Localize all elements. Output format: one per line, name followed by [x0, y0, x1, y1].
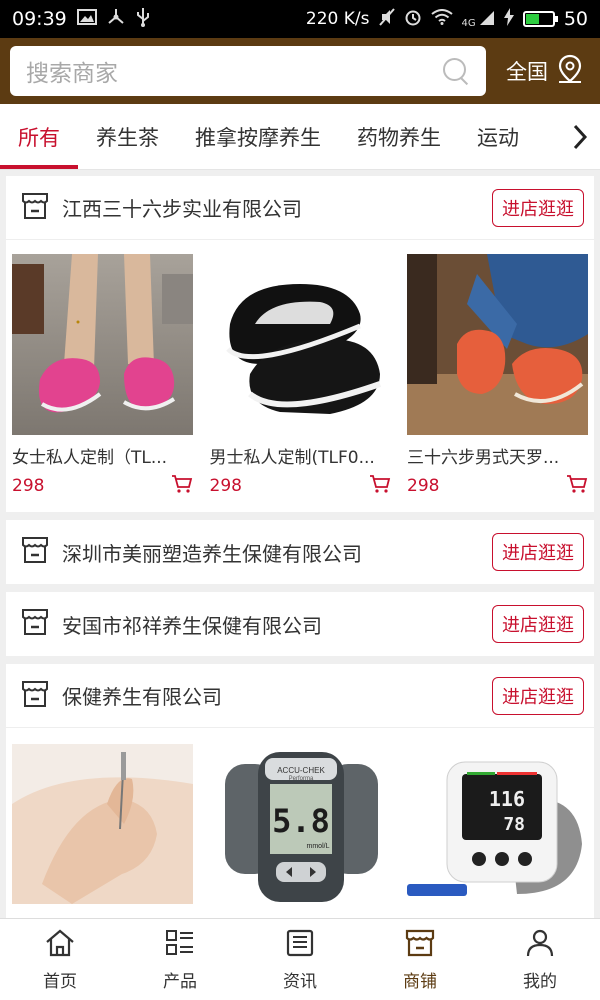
- tab-all[interactable]: 所有: [0, 104, 78, 169]
- news-icon: [284, 928, 316, 963]
- nav-shops[interactable]: 商铺: [360, 919, 480, 1000]
- shop-header: 安国市祁祥养生保健有限公司 进店逛逛: [6, 592, 594, 656]
- product-card[interactable]: [12, 744, 193, 904]
- mute-icon: [378, 7, 395, 31]
- shop-icon: [20, 191, 50, 225]
- shop-header: 江西三十六步实业有限公司 进店逛逛: [6, 176, 594, 240]
- tab-label: 运动: [477, 125, 519, 150]
- status-bar: 09:39 220 K/s 4G 50: [0, 0, 600, 38]
- nav-me[interactable]: 我的: [480, 919, 600, 1000]
- user-icon: [524, 928, 556, 963]
- tab-massage[interactable]: 推拿按摩养生: [177, 104, 339, 169]
- meter-reading: 5.8: [272, 802, 330, 840]
- usb-icon: [135, 7, 151, 32]
- cart-icon[interactable]: [369, 474, 391, 498]
- shop-card: 深圳市美丽塑造养生保健有限公司 进店逛逛: [6, 520, 594, 584]
- product-price: 298: [407, 476, 440, 496]
- top-header: 搜索商家 全国: [0, 38, 600, 104]
- tab-label: 药物养生: [357, 125, 441, 150]
- bottom-nav: 首页 产品 资讯 商铺 我的: [0, 918, 600, 1000]
- shop-name[interactable]: 安国市祁祥养生保健有限公司: [62, 610, 492, 639]
- bp-diastolic: 78: [503, 814, 525, 835]
- enter-shop-button[interactable]: 进店逛逛: [492, 605, 584, 643]
- tab-label: 所有: [18, 125, 60, 150]
- battery-level: 50: [563, 8, 588, 30]
- shop-name[interactable]: 江西三十六步实业有限公司: [62, 193, 492, 222]
- product-card[interactable]: 三十六步男式天罗... 298: [407, 254, 588, 498]
- shop-name[interactable]: 深圳市美丽塑造养生保健有限公司: [62, 538, 492, 567]
- chevron-right-icon[interactable]: [560, 104, 600, 169]
- region-label: 全国: [506, 60, 548, 84]
- shop-name[interactable]: 保健养生有限公司: [62, 681, 492, 710]
- product-title[interactable]: 三十六步男式天罗...: [407, 443, 588, 468]
- shop-icon: [404, 928, 436, 963]
- tab-health-tea[interactable]: 养生茶: [78, 104, 177, 169]
- product-image-blood-pressure-monitor[interactable]: 116 78: [407, 744, 588, 904]
- shop-card: 江西三十六步实业有限公司 进店逛逛 女士私人定制（TL... 298 男士私人定…: [6, 176, 594, 512]
- tab-label: 推拿按摩养生: [195, 125, 321, 150]
- nav-label: 首页: [43, 971, 77, 992]
- cart-icon[interactable]: [566, 474, 588, 498]
- product-image-orange-shoes[interactable]: [407, 254, 588, 435]
- image-icon: [76, 8, 97, 30]
- nav-news[interactable]: 资讯: [240, 919, 360, 1000]
- shop-icon: [20, 679, 50, 713]
- tab-medicine[interactable]: 药物养生: [339, 104, 459, 169]
- shop-icon: [20, 607, 50, 641]
- search-icon[interactable]: [442, 57, 470, 85]
- bp-systolic: 116: [489, 787, 525, 811]
- home-icon: [44, 928, 76, 963]
- alarm-icon: [404, 8, 422, 31]
- product-image-black-shoes[interactable]: [209, 254, 391, 435]
- shop-card: 安国市祁祥养生保健有限公司 进店逛逛: [6, 592, 594, 656]
- nav-label: 产品: [163, 971, 197, 992]
- wifi-icon: [430, 8, 453, 30]
- cell-signal-icon: 4G: [462, 10, 495, 29]
- nav-label: 商铺: [403, 971, 437, 992]
- product-card[interactable]: ACCU-CHEK Performa 5.8 mmol/L: [209, 744, 391, 904]
- search-placeholder: 搜索商家: [26, 61, 118, 87]
- nav-label: 我的: [523, 971, 557, 992]
- enter-shop-button[interactable]: 进店逛逛: [492, 188, 584, 227]
- meter-model: Performa: [288, 776, 313, 782]
- product-row: 女士私人定制（TL... 298 男士私人定制(TLF0... 298 三十六步…: [6, 240, 594, 512]
- meter-brand: ACCU-CHEK: [277, 766, 325, 775]
- enter-shop-button[interactable]: 进店逛逛: [492, 533, 584, 571]
- nav-label: 资讯: [283, 971, 317, 992]
- shop-header: 保健养生有限公司 进店逛逛: [6, 664, 594, 728]
- enter-shop-button[interactable]: 进店逛逛: [492, 676, 584, 715]
- cart-icon[interactable]: [171, 474, 193, 498]
- status-time: 09:39: [12, 8, 67, 30]
- product-price: 298: [209, 476, 242, 496]
- product-title[interactable]: 男士私人定制(TLF0...: [210, 443, 391, 468]
- shop-card: 保健养生有限公司 进店逛逛 ACCU-CHEK Performa 5.8 mmo…: [6, 664, 594, 918]
- shop-icon: [20, 535, 50, 569]
- tab-label: 养生茶: [96, 125, 159, 150]
- product-row: ACCU-CHEK Performa 5.8 mmol/L 116 78: [6, 728, 594, 918]
- grid-list-icon: [164, 928, 196, 963]
- shop-header: 深圳市美丽塑造养生保健有限公司 进店逛逛: [6, 520, 594, 584]
- nav-products[interactable]: 产品: [120, 919, 240, 1000]
- location-pin-icon: [556, 54, 584, 89]
- product-card[interactable]: 女士私人定制（TL... 298: [12, 254, 193, 498]
- product-image-pink-shoes[interactable]: [12, 254, 193, 435]
- product-image-acupuncture[interactable]: [12, 744, 193, 904]
- charging-icon: [503, 7, 514, 31]
- nav-home[interactable]: 首页: [0, 919, 120, 1000]
- product-price: 298: [12, 476, 45, 496]
- network-share-icon: [107, 8, 125, 31]
- product-card[interactable]: 男士私人定制(TLF0... 298: [209, 254, 391, 498]
- product-image-glucose-meter[interactable]: ACCU-CHEK Performa 5.8 mmol/L: [209, 744, 391, 904]
- search-input[interactable]: 搜索商家: [10, 46, 486, 96]
- signal-type: 4G: [461, 17, 476, 29]
- meter-unit: mmol/L: [306, 843, 329, 850]
- product-title[interactable]: 女士私人定制（TL...: [12, 443, 193, 468]
- net-speed: 220 K/s: [305, 9, 370, 29]
- region-selector[interactable]: 全国: [506, 54, 590, 89]
- battery-icon: [522, 11, 558, 27]
- product-card[interactable]: 116 78: [407, 744, 588, 904]
- category-tabs: 所有 养生茶 推拿按摩养生 药物养生 运动: [0, 104, 600, 170]
- tab-sports[interactable]: 运动: [459, 104, 537, 169]
